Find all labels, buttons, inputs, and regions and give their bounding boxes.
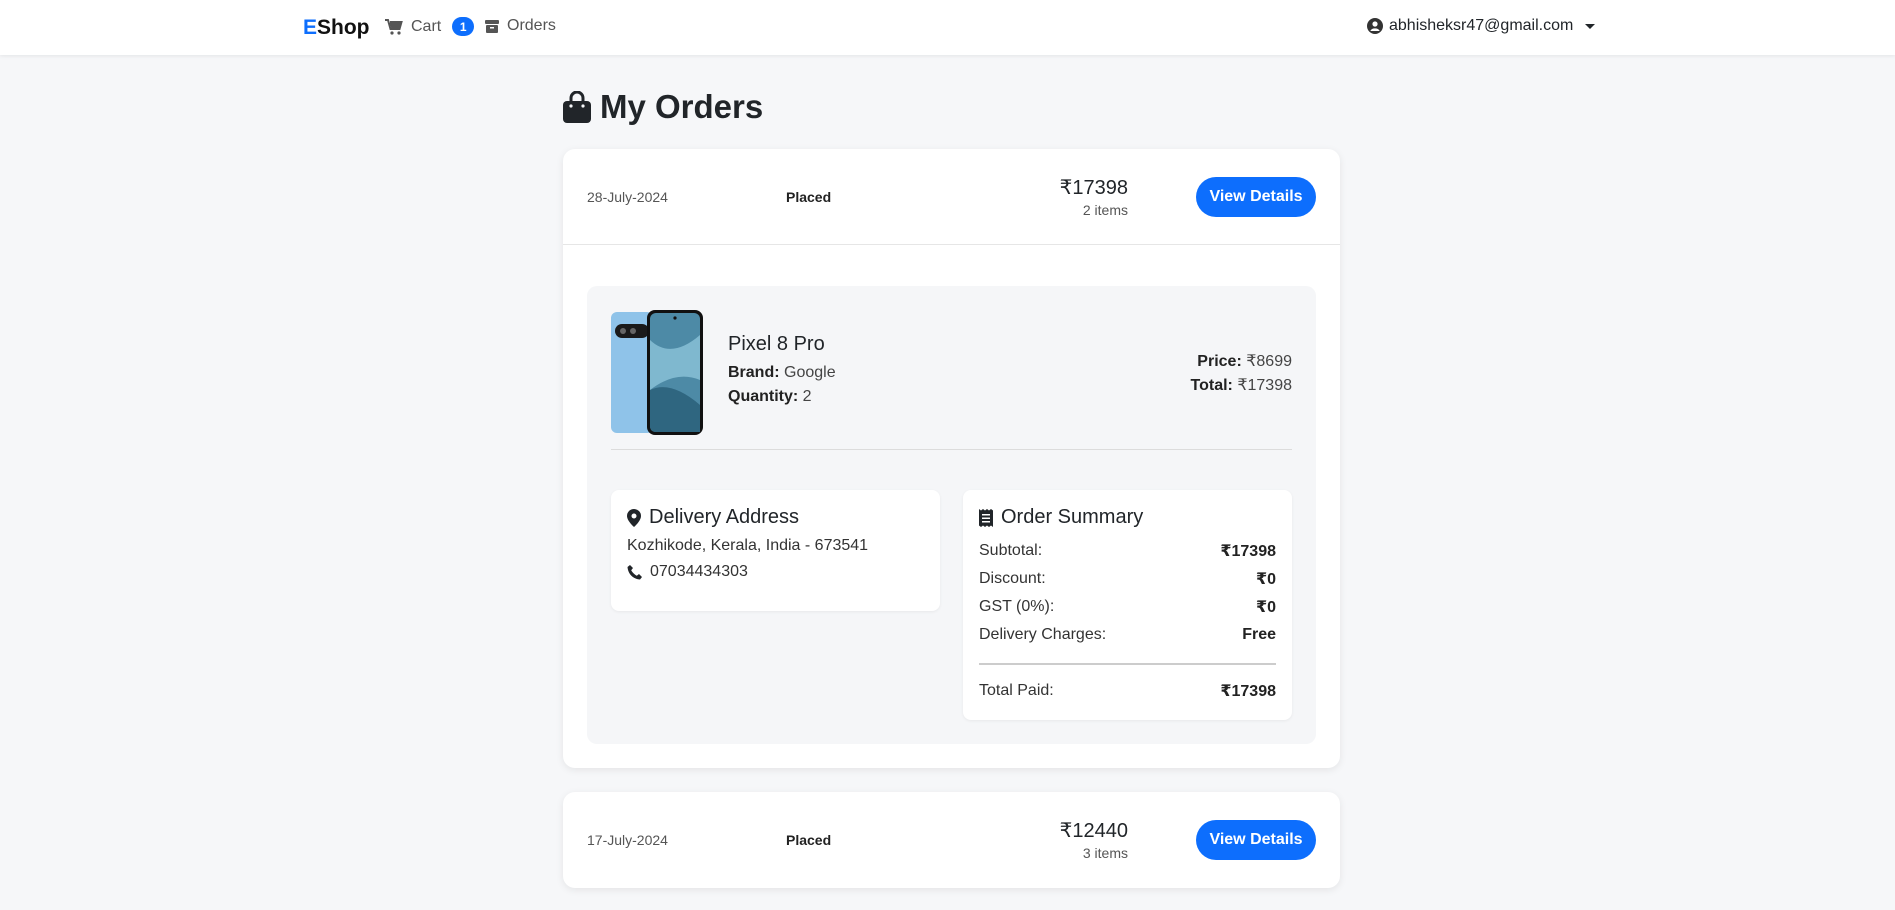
nav-orders-link[interactable]: Orders	[485, 17, 556, 35]
product-total: Total: ₹17398	[1191, 374, 1292, 398]
order-header: 28-July-2024 Placed ₹17398 2 items View …	[563, 149, 1340, 245]
summary-delivery-row: Delivery Charges: Free	[979, 621, 1276, 649]
delivery-address-box: Delivery Address Kozhikode, Kerala, Indi…	[611, 490, 940, 611]
order-date: 17-July-2024	[587, 832, 668, 848]
total-value: ₹17398	[1237, 377, 1292, 394]
brand-logo[interactable]: EShop	[303, 16, 370, 40]
summary-subtotal-row: Subtotal: ₹17398	[979, 537, 1276, 565]
user-menu-dropdown[interactable]: abhisheksr47@gmail.com	[1367, 17, 1596, 35]
order-header: 17-July-2024 Placed ₹12440 3 items View …	[563, 792, 1340, 888]
cart-icon	[385, 18, 403, 35]
user-circle-icon	[1367, 18, 1383, 34]
product-name: Pixel 8 Pro	[728, 333, 825, 355]
shopping-bag-icon	[563, 91, 591, 123]
product-price: Price: ₹8699	[1191, 350, 1292, 374]
brand-name: Shop	[317, 16, 370, 39]
discount-label: Discount:	[979, 570, 1046, 587]
view-details-button[interactable]: View Details	[1196, 177, 1316, 217]
order-card: 17-July-2024 Placed ₹12440 3 items View …	[563, 792, 1340, 888]
order-total: ₹12440	[1059, 820, 1128, 842]
brand-label: Brand:	[728, 364, 780, 381]
phone-icon	[627, 564, 642, 579]
nav-cart-link[interactable]: Cart 1	[385, 17, 475, 36]
order-amount: ₹12440 3 items	[1060, 818, 1128, 861]
map-pin-icon	[627, 508, 641, 527]
gst-label: GST (0%):	[979, 598, 1055, 615]
order-summary-title-text: Order Summary	[1001, 506, 1144, 528]
user-email: abhisheksr47@gmail.com	[1389, 17, 1574, 34]
order-total: ₹17398	[1059, 177, 1128, 199]
product-brand: Brand: Google	[728, 364, 836, 382]
delivery-phone: 07034434303	[627, 563, 924, 581]
nav-orders-label: Orders	[507, 17, 556, 34]
product-quantity: Quantity: 2	[728, 388, 836, 406]
order-item-count: 2 items	[1082, 202, 1128, 218]
summary-discount-row: Discount: ₹0	[979, 565, 1276, 593]
price-label: Price:	[1197, 353, 1242, 370]
summary-total-row: Total Paid: ₹17398	[979, 677, 1276, 705]
cart-count-badge: 1	[452, 17, 475, 36]
receipt-icon	[979, 508, 993, 527]
discount-value: ₹0	[1255, 571, 1276, 588]
summary-gst-row: GST (0%): ₹0	[979, 593, 1276, 621]
order-item-count: 3 items	[1082, 845, 1128, 861]
product-pricing: Price: ₹8699 Total: ₹17398	[1191, 350, 1292, 398]
order-card: 28-July-2024 Placed ₹17398 2 items View …	[563, 149, 1340, 768]
subtotal-value: ₹17398	[1220, 543, 1276, 560]
phone-number: 07034434303	[650, 563, 748, 580]
navbar: EShop Cart 1 Orders abhisheksr47@gmail.c…	[0, 0, 1895, 55]
order-details-panel: Pixel 8 Pro Brand: Google Quantity: 2 Pr…	[587, 286, 1316, 744]
quantity-value: 2	[802, 388, 812, 405]
brand-letter: E	[303, 16, 318, 39]
total-label: Total:	[1190, 377, 1233, 394]
delivery-address-title: Delivery Address	[627, 506, 924, 529]
order-date: 28-July-2024	[587, 189, 668, 205]
delivery-address-title-text: Delivery Address	[649, 506, 800, 528]
gst-value: ₹0	[1255, 599, 1276, 616]
delivery-charges-label: Delivery Charges:	[979, 626, 1107, 643]
nav-cart-label: Cart	[411, 17, 442, 35]
total-paid-value: ₹17398	[1220, 683, 1276, 700]
quantity-label: Quantity:	[728, 388, 799, 405]
total-paid-label: Total Paid:	[979, 682, 1054, 699]
summary-divider	[979, 663, 1276, 665]
order-amount: ₹17398 2 items	[1060, 175, 1128, 218]
divider	[611, 449, 1292, 450]
price-value: ₹8699	[1246, 353, 1292, 370]
order-status: Placed	[786, 832, 832, 848]
order-status: Placed	[786, 189, 832, 205]
product-image	[611, 310, 703, 435]
chevron-down-icon	[1585, 23, 1596, 29]
delivery-address: Kozhikode, Kerala, India - 673541	[627, 537, 869, 554]
subtotal-label: Subtotal:	[979, 542, 1043, 559]
brand-value: Google	[784, 364, 836, 381]
delivery-charges-value: Free	[1242, 626, 1276, 643]
page-title-text: My Orders	[600, 88, 764, 125]
view-details-button[interactable]: View Details	[1196, 820, 1316, 860]
page-title: My Orders	[562, 88, 763, 126]
order-summary-title: Order Summary	[979, 506, 1276, 529]
box-icon	[485, 20, 499, 33]
product-info: Pixel 8 Pro Brand: Google Quantity: 2	[728, 333, 836, 412]
order-summary-box: Order Summary Subtotal: ₹17398 Discount: ₹…	[963, 490, 1292, 720]
